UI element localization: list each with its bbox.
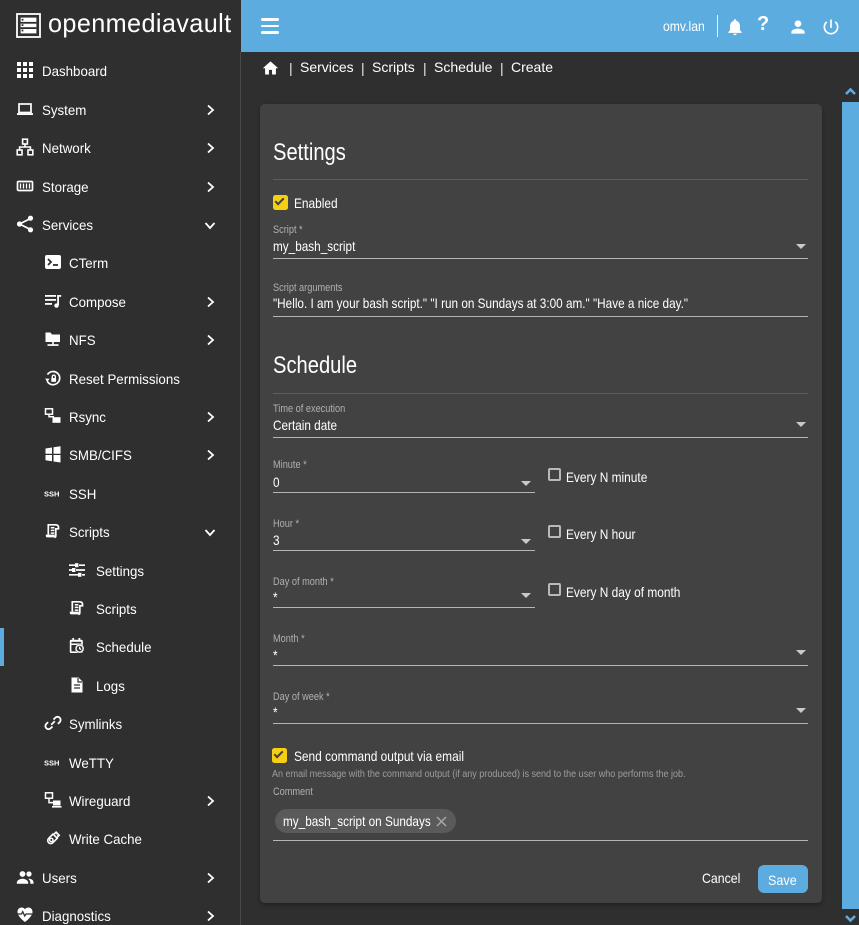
svg-text:SSH: SSH <box>44 489 59 498</box>
svg-text:SSH: SSH <box>44 758 59 767</box>
